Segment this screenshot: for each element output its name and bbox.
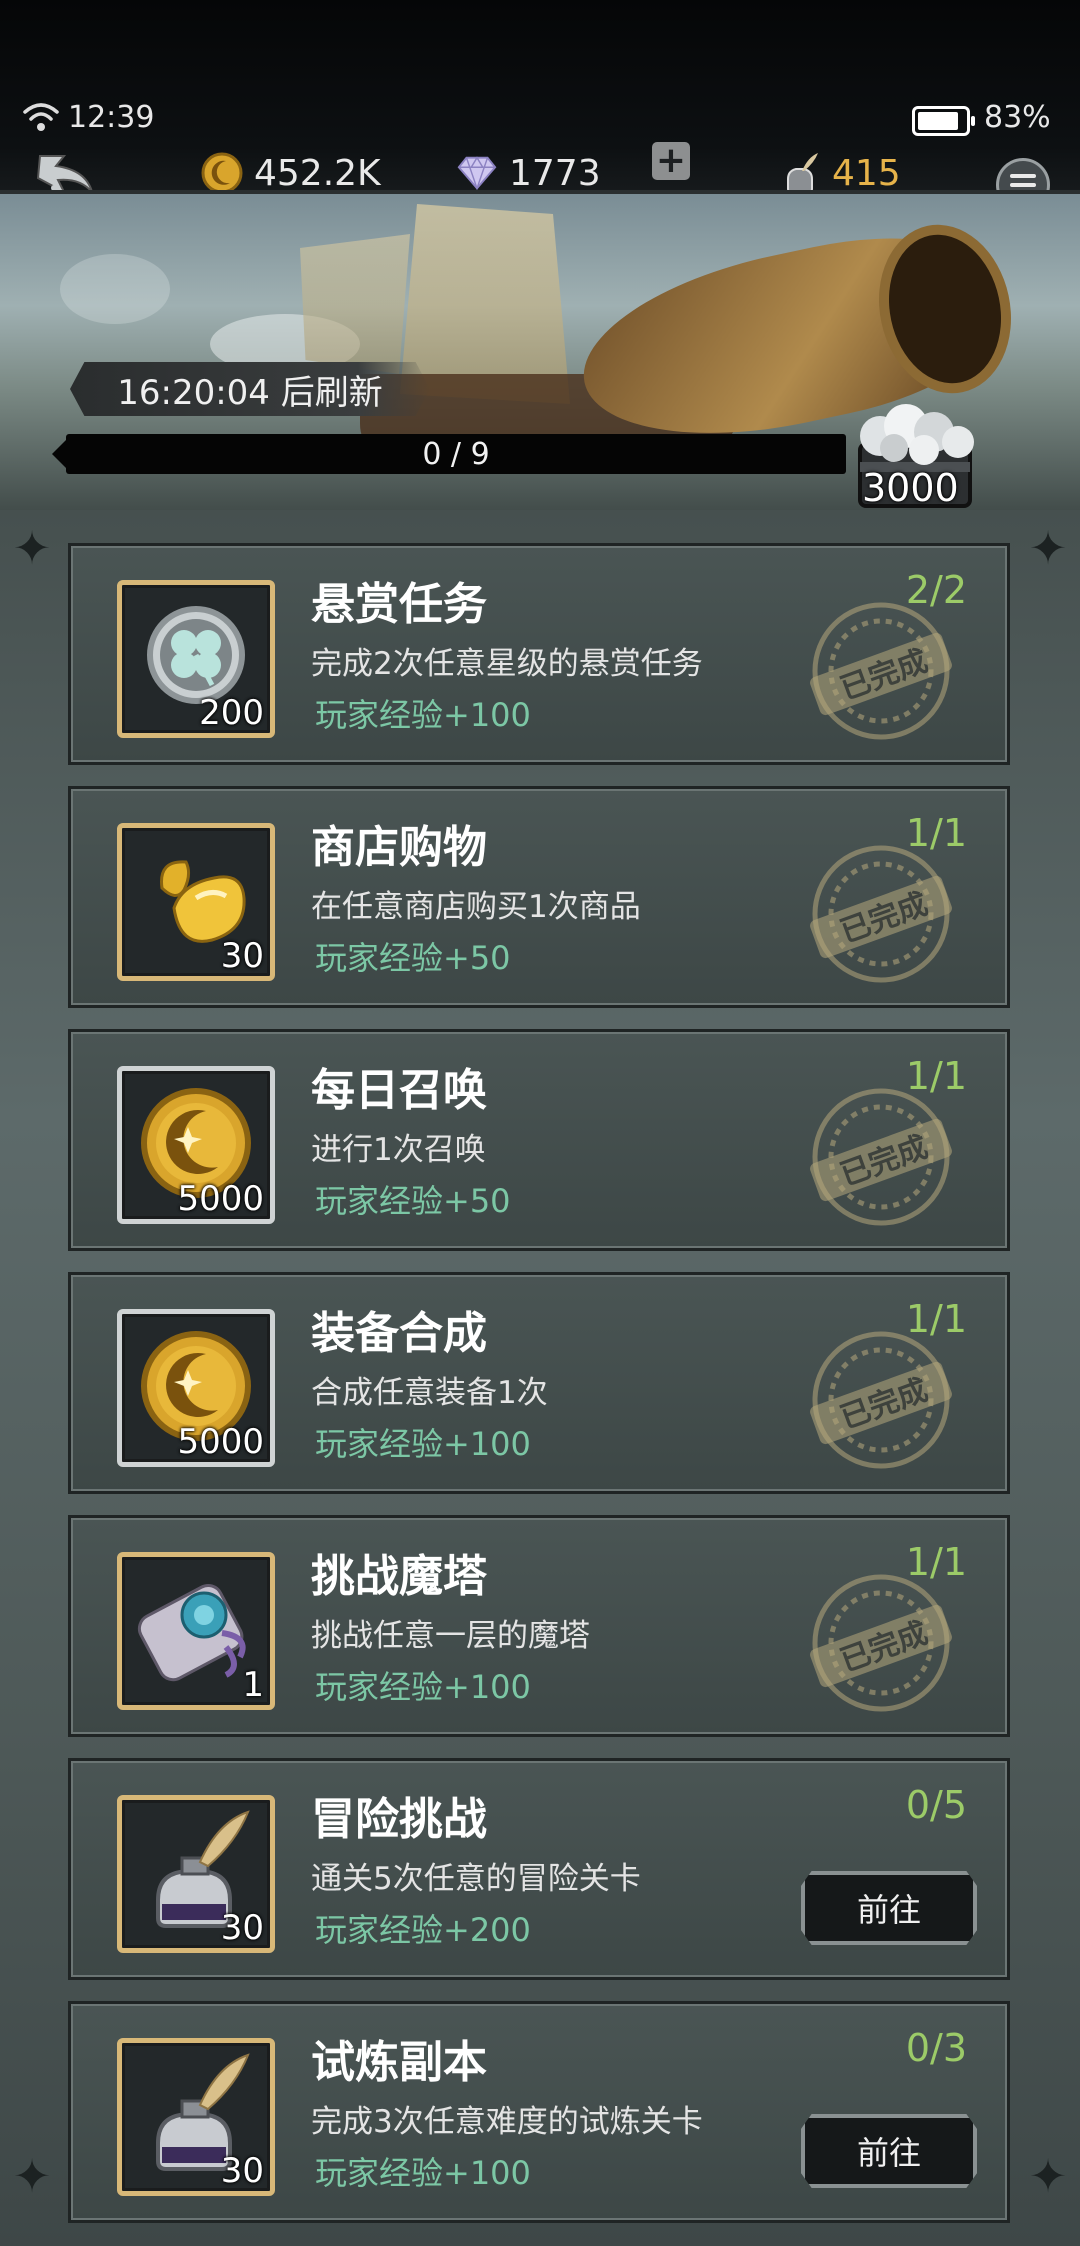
task-reward-item[interactable]: 5000	[117, 1066, 275, 1224]
task-title: 悬赏任务	[311, 579, 487, 630]
diamond-icon	[455, 151, 499, 195]
task-title: 商店购物	[311, 822, 487, 873]
reward-quantity: 5000	[177, 1179, 264, 1219]
task-description: 完成3次任意难度的试炼关卡	[311, 2104, 703, 2140]
task-description: 挑战任意一层的魔塔	[311, 1618, 590, 1654]
gold-coin-icon	[200, 151, 244, 195]
task-card: 5000 每日召唤 进行1次召唤 玩家经验+50 1/1 已完成	[68, 1029, 1010, 1251]
task-progress-count: 0/5	[905, 1783, 967, 1827]
task-card: 200 悬赏任务 完成2次任意星级的悬赏任务 玩家经验+100 2/2 已完成	[68, 543, 1010, 765]
task-progress-count: 0/3	[905, 2026, 967, 2070]
task-reward-item[interactable]: 30	[117, 2038, 275, 2196]
ink-value: 415	[832, 152, 901, 194]
task-reward-item[interactable]: 5000	[117, 1309, 275, 1467]
task-title: 装备合成	[311, 1308, 487, 1359]
battery-percent: 83%	[984, 100, 1051, 135]
reward-quantity: 30	[220, 2151, 264, 2191]
reward-quantity: 30	[220, 936, 264, 976]
go-button[interactable]: 前往	[801, 1871, 977, 1945]
task-card: 30 商店购物 在任意商店购买1次商品 玩家经验+50 1/1 已完成	[68, 786, 1010, 1008]
refresh-timer: 16:20:04 后刷新	[70, 362, 430, 416]
task-card: 5000 装备合成 合成任意装备1次 玩家经验+100 1/1 已完成	[68, 1272, 1010, 1494]
task-card: 30 试炼副本完成3次任意难度的试炼关卡玩家经验+100 0/3 前往	[68, 2001, 1010, 2223]
add-gems-button[interactable]: +	[652, 142, 690, 180]
task-exp-reward: 玩家经验+100	[315, 1425, 531, 1463]
task-title: 冒险挑战	[311, 1794, 487, 1845]
task-description: 在任意商店购买1次商品	[311, 889, 641, 925]
wifi-icon	[23, 103, 59, 131]
task-description: 通关5次任意的冒险关卡	[311, 1861, 641, 1897]
ornament-icon: ✦	[1028, 521, 1068, 575]
task-reward-item[interactable]: 30	[117, 1795, 275, 1953]
task-exp-reward: 玩家经验+50	[315, 1182, 511, 1220]
ink-bottle-icon	[778, 151, 822, 195]
ornament-icon: ✦	[12, 521, 52, 575]
reward-quantity: 1	[242, 1665, 264, 1705]
reward-quantity: 200	[199, 693, 264, 733]
reward-quantity: 5000	[177, 1422, 264, 1462]
top-bar: 12:39 83% 452.2K 1773 + 415	[0, 0, 1080, 212]
gold-value: 452.2K	[254, 152, 381, 194]
task-exp-reward: 玩家经验+100	[315, 2154, 531, 2192]
battery-fill	[918, 112, 958, 130]
battery-icon	[912, 106, 975, 136]
task-reward-item[interactable]: 200	[117, 580, 275, 738]
status-time: 12:39	[68, 100, 155, 135]
daily-progress-bar: 0 / 9	[52, 434, 846, 474]
gem-value: 1773	[509, 152, 601, 194]
reward-quantity: 30	[220, 1908, 264, 1948]
daily-progress-text: 0 / 9	[422, 436, 490, 472]
task-title: 挑战魔塔	[311, 1551, 487, 1602]
task-exp-reward: 玩家经验+50	[315, 939, 511, 977]
task-description: 合成任意装备1次	[311, 1375, 548, 1411]
task-reward-item[interactable]: 1	[117, 1552, 275, 1710]
task-description: 完成2次任意星级的悬赏任务	[311, 646, 703, 682]
chest-reward-count: 3000	[862, 466, 959, 510]
task-card: 1 挑战魔塔 挑战任意一层的魔塔 玩家经验+100 1/1 已完成	[68, 1515, 1010, 1737]
task-title: 试炼副本	[311, 2037, 487, 2088]
go-button[interactable]: 前往	[801, 2114, 977, 2188]
task-exp-reward: 玩家经验+100	[315, 1668, 531, 1706]
task-reward-item[interactable]: 30	[117, 823, 275, 981]
task-card: 30 冒险挑战通关5次任意的冒险关卡玩家经验+200 0/5 前往	[68, 1758, 1010, 1980]
ornament-icon: ✦	[1028, 2149, 1068, 2203]
task-exp-reward: 玩家经验+200	[315, 1911, 531, 1949]
task-exp-reward: 玩家经验+100	[315, 696, 531, 734]
task-banner: 16:20:04 后刷新 0 / 9 3000	[0, 190, 1080, 514]
task-title: 每日召唤	[311, 1065, 487, 1116]
ornament-icon: ✦	[12, 2149, 52, 2203]
task-description: 进行1次召唤	[311, 1132, 486, 1168]
